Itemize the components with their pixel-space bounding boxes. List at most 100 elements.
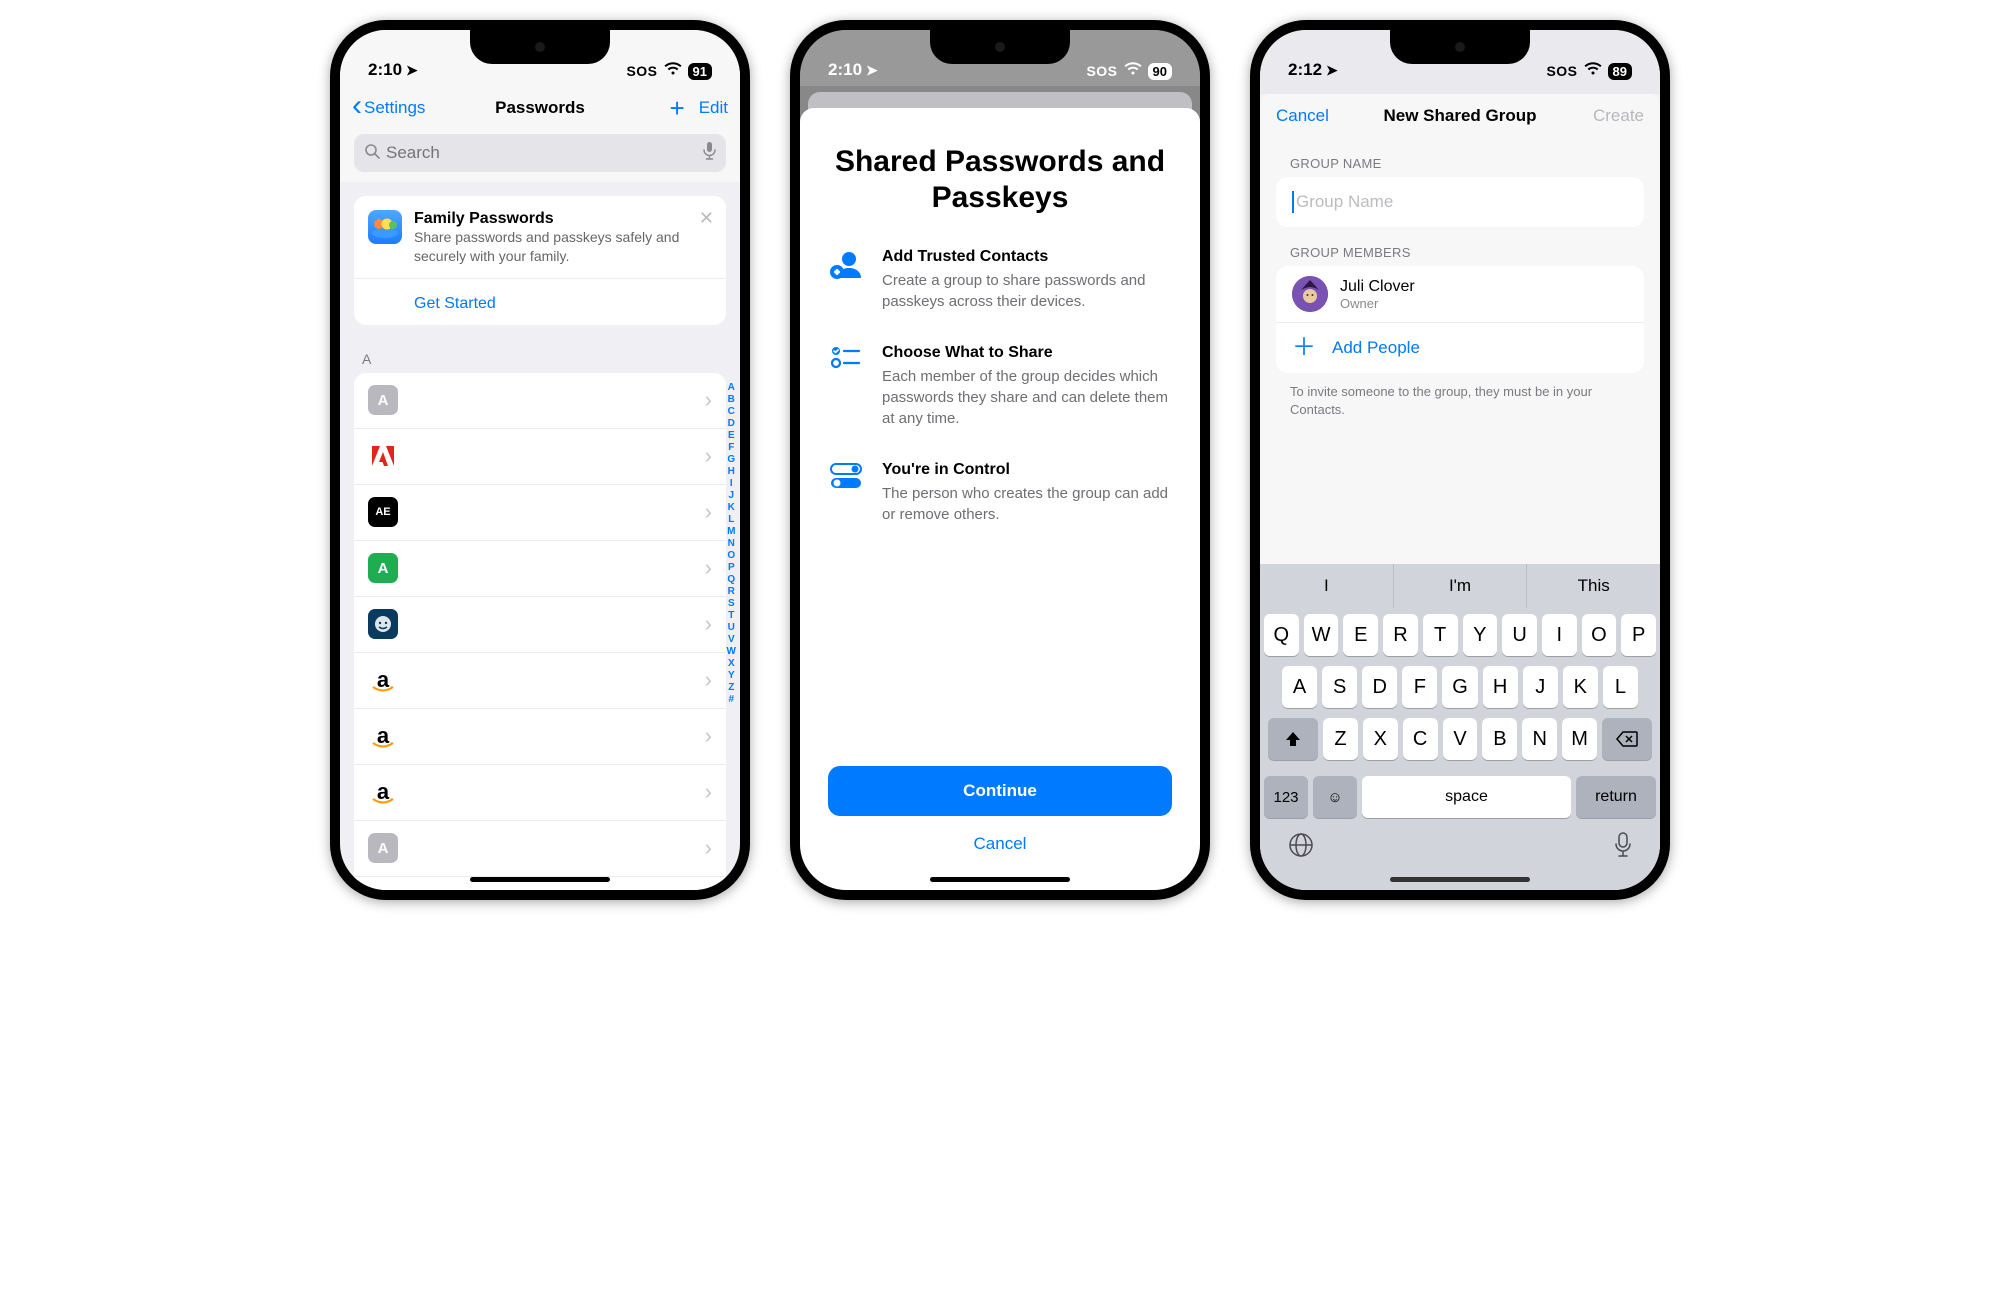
password-row[interactable]: AE› — [354, 485, 726, 541]
space-key[interactable]: space — [1362, 776, 1571, 818]
prediction-item[interactable]: I — [1260, 564, 1394, 608]
key-r[interactable]: R — [1383, 614, 1418, 656]
key-x[interactable]: X — [1363, 718, 1398, 760]
globe-icon[interactable] — [1288, 832, 1314, 864]
app-icon: AE — [368, 497, 398, 527]
numbers-key[interactable]: 123 — [1264, 776, 1308, 818]
key-b[interactable]: B — [1482, 718, 1517, 760]
key-f[interactable]: F — [1402, 666, 1437, 708]
return-key[interactable]: return — [1576, 776, 1656, 818]
key-s[interactable]: S — [1322, 666, 1357, 708]
back-button[interactable]: Settings — [352, 97, 425, 120]
index-letter[interactable]: M — [727, 526, 735, 538]
index-letter[interactable]: J — [728, 490, 734, 502]
key-i[interactable]: I — [1542, 614, 1577, 656]
key-l[interactable]: L — [1603, 666, 1638, 708]
home-indicator[interactable] — [470, 877, 610, 882]
index-letter[interactable]: L — [728, 514, 734, 526]
key-d[interactable]: D — [1362, 666, 1397, 708]
home-indicator[interactable] — [1390, 877, 1530, 882]
index-letter[interactable]: # — [728, 694, 734, 706]
key-k[interactable]: K — [1563, 666, 1598, 708]
password-row[interactable]: A› — [354, 821, 726, 877]
member-role: Owner — [1340, 296, 1415, 311]
cancel-button[interactable]: Cancel — [1276, 106, 1329, 126]
emoji-key[interactable]: ☺ — [1313, 776, 1357, 818]
password-row[interactable]: A› — [354, 541, 726, 597]
feature-title: Choose What to Share — [882, 344, 1172, 362]
microphone-icon[interactable] — [703, 142, 716, 165]
index-letter[interactable]: I — [730, 478, 733, 490]
index-letter[interactable]: G — [727, 454, 735, 466]
continue-button[interactable]: Continue — [828, 766, 1172, 816]
add-people-button[interactable]: ＋ Add People — [1276, 323, 1644, 373]
key-e[interactable]: E — [1343, 614, 1378, 656]
key-h[interactable]: H — [1483, 666, 1518, 708]
password-row[interactable]: a› — [354, 653, 726, 709]
index-letter[interactable]: X — [728, 658, 735, 670]
index-letter[interactable]: T — [728, 610, 734, 622]
key-t[interactable]: T — [1423, 614, 1458, 656]
index-letter[interactable]: F — [728, 442, 734, 454]
close-icon[interactable]: ✕ — [699, 208, 714, 229]
index-letter[interactable]: A — [728, 382, 735, 394]
index-letter[interactable]: W — [727, 646, 736, 658]
feature-desc: The person who creates the group can add… — [882, 483, 1172, 525]
prediction-item[interactable]: This — [1527, 564, 1660, 608]
key-w[interactable]: W — [1304, 614, 1339, 656]
index-letter[interactable]: Z — [728, 682, 734, 694]
group-members-card: Juli Clover Owner ＋ Add People — [1276, 266, 1644, 373]
search-field[interactable] — [386, 143, 697, 163]
password-row[interactable]: a› — [354, 709, 726, 765]
intro-sheet: Shared Passwords and Passkeys Add Truste… — [800, 108, 1200, 890]
dictation-icon[interactable] — [1614, 832, 1632, 864]
chevron-right-icon: › — [705, 443, 712, 469]
cancel-button[interactable]: Cancel — [828, 826, 1172, 862]
key-y[interactable]: Y — [1463, 614, 1498, 656]
index-letter[interactable]: H — [728, 466, 735, 478]
key-n[interactable]: N — [1522, 718, 1557, 760]
index-letter[interactable]: E — [728, 430, 735, 442]
add-button[interactable]: + — [670, 98, 685, 118]
index-letter[interactable]: B — [728, 394, 735, 406]
key-v[interactable]: V — [1443, 718, 1478, 760]
key-g[interactable]: G — [1442, 666, 1477, 708]
keyboard[interactable]: II'mThis QWERTYUIOP ASDFGHJKL ZXCVBNM — [1260, 564, 1660, 890]
prediction-item[interactable]: I'm — [1394, 564, 1528, 608]
index-letter[interactable]: U — [728, 622, 735, 634]
index-letter[interactable]: D — [728, 418, 735, 430]
search-input[interactable] — [354, 134, 726, 172]
key-m[interactable]: M — [1562, 718, 1597, 760]
index-letter[interactable]: C — [728, 406, 735, 418]
key-p[interactable]: P — [1621, 614, 1656, 656]
password-row[interactable]: › — [354, 429, 726, 485]
index-letter[interactable]: N — [728, 538, 735, 550]
backspace-key[interactable] — [1602, 718, 1652, 760]
key-c[interactable]: C — [1403, 718, 1438, 760]
index-letter[interactable]: Y — [728, 670, 735, 682]
index-letter[interactable]: Q — [727, 574, 735, 586]
key-q[interactable]: Q — [1264, 614, 1299, 656]
get-started-button[interactable]: Get Started — [368, 287, 712, 315]
index-letter[interactable]: P — [728, 562, 735, 574]
key-j[interactable]: J — [1523, 666, 1558, 708]
index-letter[interactable]: O — [727, 550, 735, 562]
key-u[interactable]: U — [1502, 614, 1537, 656]
index-letter[interactable]: S — [728, 598, 735, 610]
alphabet-index[interactable]: ABCDEFGHIJKLMNOPQRSTUVWXYZ# — [727, 382, 736, 706]
password-row[interactable]: › — [354, 597, 726, 653]
password-row[interactable]: A› — [354, 373, 726, 429]
create-button[interactable]: Create — [1593, 106, 1644, 126]
prediction-bar[interactable]: II'mThis — [1260, 564, 1660, 608]
home-indicator[interactable] — [930, 877, 1070, 882]
index-letter[interactable]: R — [728, 586, 735, 598]
edit-button[interactable]: Edit — [699, 98, 728, 118]
password-row[interactable]: a› — [354, 765, 726, 821]
index-letter[interactable]: V — [728, 634, 735, 646]
key-a[interactable]: A — [1282, 666, 1317, 708]
key-z[interactable]: Z — [1323, 718, 1358, 760]
group-name-input[interactable] — [1296, 192, 1628, 212]
index-letter[interactable]: K — [728, 502, 735, 514]
shift-key[interactable] — [1268, 718, 1318, 760]
key-o[interactable]: O — [1582, 614, 1617, 656]
